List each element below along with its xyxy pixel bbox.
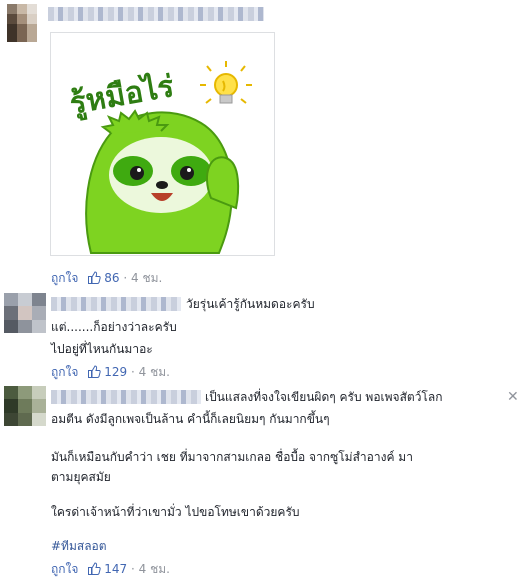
sloth-sticker: รู้หมือไร่ [67,61,252,254]
thumbs-up-icon [88,365,101,382]
avatar[interactable] [7,4,37,42]
comment-text-line: แต่.......ก็อย่างว่าละครับ [51,320,177,334]
timestamp[interactable]: 4 ชม. [139,562,170,576]
like-count[interactable]: 129 [104,365,127,379]
like-link[interactable]: ถูกใจ [51,365,78,379]
like-count[interactable]: 86 [104,271,119,285]
comment-text-line: มันก็เหมือนกับคำว่า เชย ที่มาจากสามเกลอ … [51,450,413,464]
like-count[interactable]: 147 [104,562,127,576]
separator: · [130,562,135,576]
hashtag-link[interactable]: #ทีมสลอต [51,537,107,555]
thumbs-up-icon [88,562,101,579]
lightbulb-icon [200,61,252,104]
timestamp[interactable]: 4 ชม. [139,365,170,379]
thumbs-up-icon [88,271,101,288]
like-link[interactable]: ถูกใจ [51,562,78,576]
close-icon[interactable]: ✕ [507,389,519,405]
avatar[interactable] [4,293,46,333]
comment-actions: ถูกใจ 147 · 4 ชม. [51,561,170,579]
like-link[interactable]: ถูกใจ [51,271,78,285]
author-name[interactable] [51,297,181,311]
comment-text-line: ตามยุคสมัย [51,470,111,484]
timestamp[interactable]: 4 ชม. [131,271,162,285]
separator: · [130,365,135,379]
comment-actions: ถูกใจ 129 · 4 ชม. [51,364,170,382]
author-name[interactable] [51,390,201,404]
comment-text-line: ไปอยู่ที่ไหนกันมาอะ [51,342,153,356]
comment-text-line: อมตีน ดังมีลูกเพจเป็นล้าน คำนี้ก็เลยนิยม… [51,412,330,426]
avatar[interactable] [4,386,46,426]
separator: · [123,271,128,285]
author-name[interactable] [48,7,264,21]
comment-actions: ถูกใจ 86 · 4 ชม. [51,270,162,288]
sticker-image[interactable]: รู้หมือไร่ [50,32,275,256]
comment-text-line: เป็นแสลงที่จงใจเขียนผิดๆ ครับ พอเพจสัตว์… [205,390,443,404]
comment-text-line: วัยรุ่นเค้ารู้กันหมดอะครับ [186,297,315,311]
comment-text-line: ใครด่าเจ้าหน้าที่ว่าเขามั่ว ไปขอโทษเขาด้… [51,505,300,519]
